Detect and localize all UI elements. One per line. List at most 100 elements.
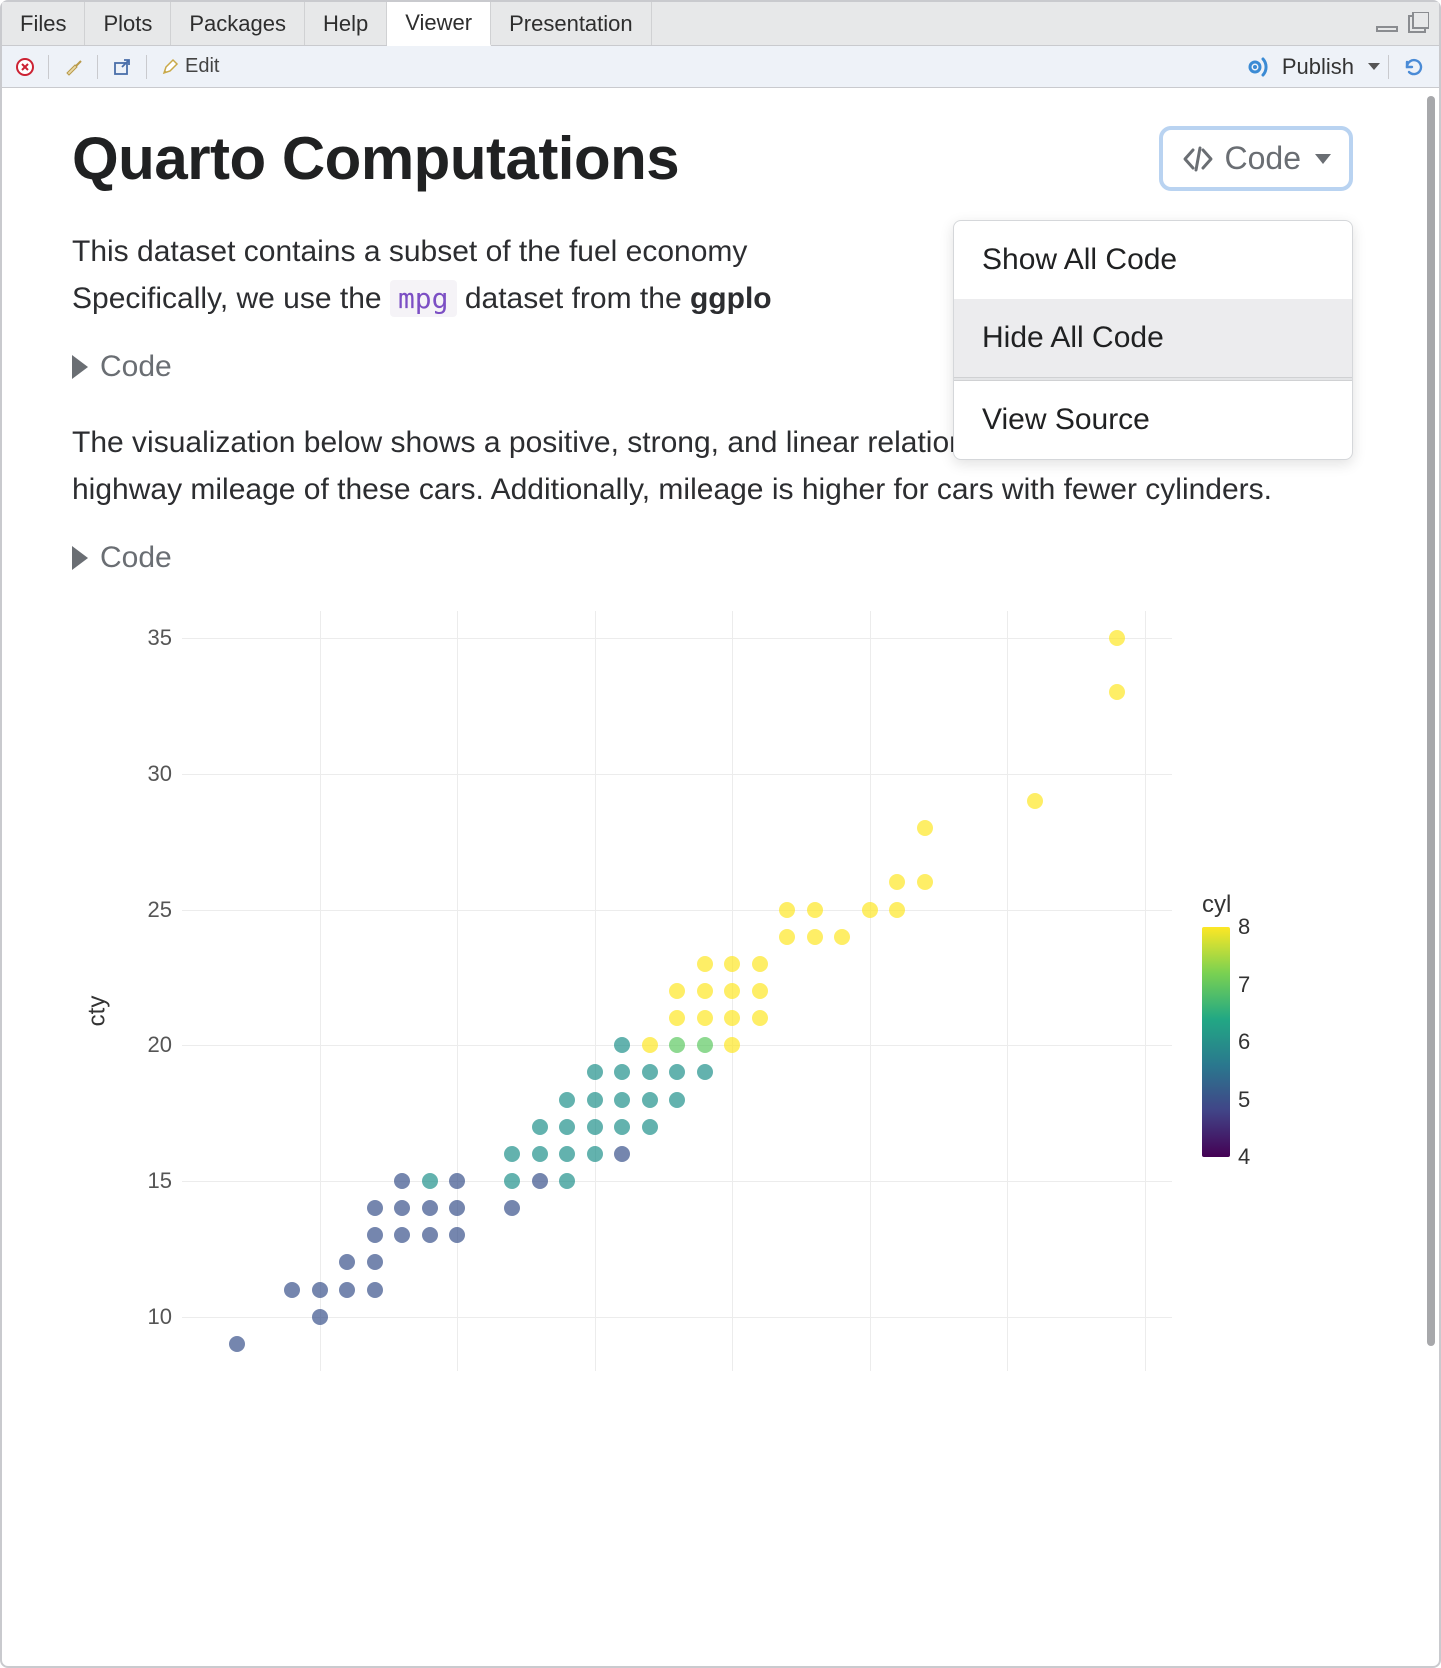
chevron-down-icon xyxy=(1368,63,1380,70)
menu-hide-all-code[interactable]: Hide All Code xyxy=(954,299,1352,377)
y-tick-label: 25 xyxy=(127,897,172,923)
data-point xyxy=(559,1119,575,1135)
caret-down-icon xyxy=(1315,154,1331,164)
data-point xyxy=(312,1309,328,1325)
clear-viewer-button[interactable] xyxy=(10,52,40,82)
tab-viewer[interactable]: Viewer xyxy=(387,2,491,46)
data-point xyxy=(724,956,740,972)
data-point xyxy=(559,1146,575,1162)
code-fold-toggle-2[interactable]: Code xyxy=(72,541,1353,575)
inline-code-mpg: mpg xyxy=(390,280,457,317)
data-point xyxy=(504,1173,520,1189)
data-point xyxy=(449,1200,465,1216)
data-point xyxy=(807,902,823,918)
maximize-panel-icon[interactable] xyxy=(1405,14,1429,34)
y-tick-label: 20 xyxy=(127,1032,172,1058)
tab-plots[interactable]: Plots xyxy=(85,2,171,45)
legend-tick: 6 xyxy=(1238,1029,1250,1055)
data-point xyxy=(367,1200,383,1216)
data-point xyxy=(587,1146,603,1162)
data-point xyxy=(587,1092,603,1108)
data-point xyxy=(229,1336,245,1352)
color-legend: cyl 45678 xyxy=(1202,611,1292,1411)
data-point xyxy=(724,1010,740,1026)
data-point xyxy=(642,1119,658,1135)
tab-packages[interactable]: Packages xyxy=(171,2,305,45)
data-point xyxy=(394,1173,410,1189)
data-point xyxy=(1109,630,1125,646)
menu-view-source[interactable]: View Source xyxy=(954,381,1352,459)
data-point xyxy=(669,1010,685,1026)
data-point xyxy=(587,1119,603,1135)
broom-icon[interactable] xyxy=(57,52,89,82)
data-point xyxy=(1109,684,1125,700)
chevron-right-icon xyxy=(72,355,88,379)
viewer-toolbar: Edit Publish xyxy=(2,46,1439,88)
data-point xyxy=(532,1146,548,1162)
data-point xyxy=(752,956,768,972)
data-point xyxy=(779,902,795,918)
data-point xyxy=(724,983,740,999)
edit-button[interactable]: Edit xyxy=(155,52,225,82)
data-point xyxy=(614,1037,630,1053)
minimize-panel-icon[interactable] xyxy=(1375,14,1399,34)
legend-tick: 5 xyxy=(1238,1087,1250,1113)
code-tools-toggle[interactable]: Code xyxy=(1159,126,1354,191)
data-point xyxy=(367,1254,383,1270)
data-point xyxy=(697,956,713,972)
chevron-right-icon xyxy=(72,546,88,570)
data-point xyxy=(917,874,933,890)
data-point xyxy=(697,983,713,999)
tab-presentation[interactable]: Presentation xyxy=(491,2,652,45)
legend-tick: 7 xyxy=(1238,972,1250,998)
code-tools-menu: Show All Code Hide All Code View Source xyxy=(953,220,1353,460)
y-axis-title: cty xyxy=(83,996,111,1027)
data-point xyxy=(422,1200,438,1216)
data-point xyxy=(559,1173,575,1189)
data-point xyxy=(669,1037,685,1053)
menu-show-all-code[interactable]: Show All Code xyxy=(954,221,1352,299)
data-point xyxy=(669,983,685,999)
data-point xyxy=(367,1282,383,1298)
data-point xyxy=(532,1173,548,1189)
data-point xyxy=(752,1010,768,1026)
data-point xyxy=(339,1254,355,1270)
data-point xyxy=(807,929,823,945)
data-point xyxy=(339,1282,355,1298)
data-point xyxy=(449,1173,465,1189)
data-point xyxy=(697,1010,713,1026)
edit-button-label: Edit xyxy=(185,55,219,78)
publish-button[interactable]: Publish xyxy=(1244,54,1380,80)
tab-help[interactable]: Help xyxy=(305,2,387,45)
refresh-viewer-icon[interactable] xyxy=(1397,52,1431,82)
vertical-scrollbar[interactable] xyxy=(1423,88,1439,1666)
data-point xyxy=(779,929,795,945)
data-point xyxy=(642,1064,658,1080)
data-point xyxy=(834,929,850,945)
data-point xyxy=(587,1064,603,1080)
data-point xyxy=(559,1092,575,1108)
y-tick-label: 35 xyxy=(127,625,172,651)
data-point xyxy=(394,1200,410,1216)
data-point xyxy=(614,1146,630,1162)
data-point xyxy=(504,1146,520,1162)
data-point xyxy=(394,1227,410,1243)
data-point xyxy=(312,1282,328,1298)
legend-tick: 8 xyxy=(1238,914,1250,940)
data-point xyxy=(697,1064,713,1080)
data-point xyxy=(669,1092,685,1108)
tab-files[interactable]: Files xyxy=(2,2,85,45)
data-point xyxy=(532,1119,548,1135)
data-point xyxy=(917,820,933,836)
scrollbar-thumb[interactable] xyxy=(1427,96,1435,1346)
data-point xyxy=(889,874,905,890)
data-point xyxy=(367,1227,383,1243)
y-tick-label: 30 xyxy=(127,761,172,787)
y-tick-label: 15 xyxy=(127,1168,172,1194)
popout-viewer-icon[interactable] xyxy=(106,52,138,82)
data-point xyxy=(614,1119,630,1135)
data-point xyxy=(284,1282,300,1298)
viewer-content: Quarto Computations Code Show All Code H… xyxy=(2,88,1423,1666)
data-point xyxy=(614,1064,630,1080)
legend-tick: 4 xyxy=(1238,1144,1250,1170)
